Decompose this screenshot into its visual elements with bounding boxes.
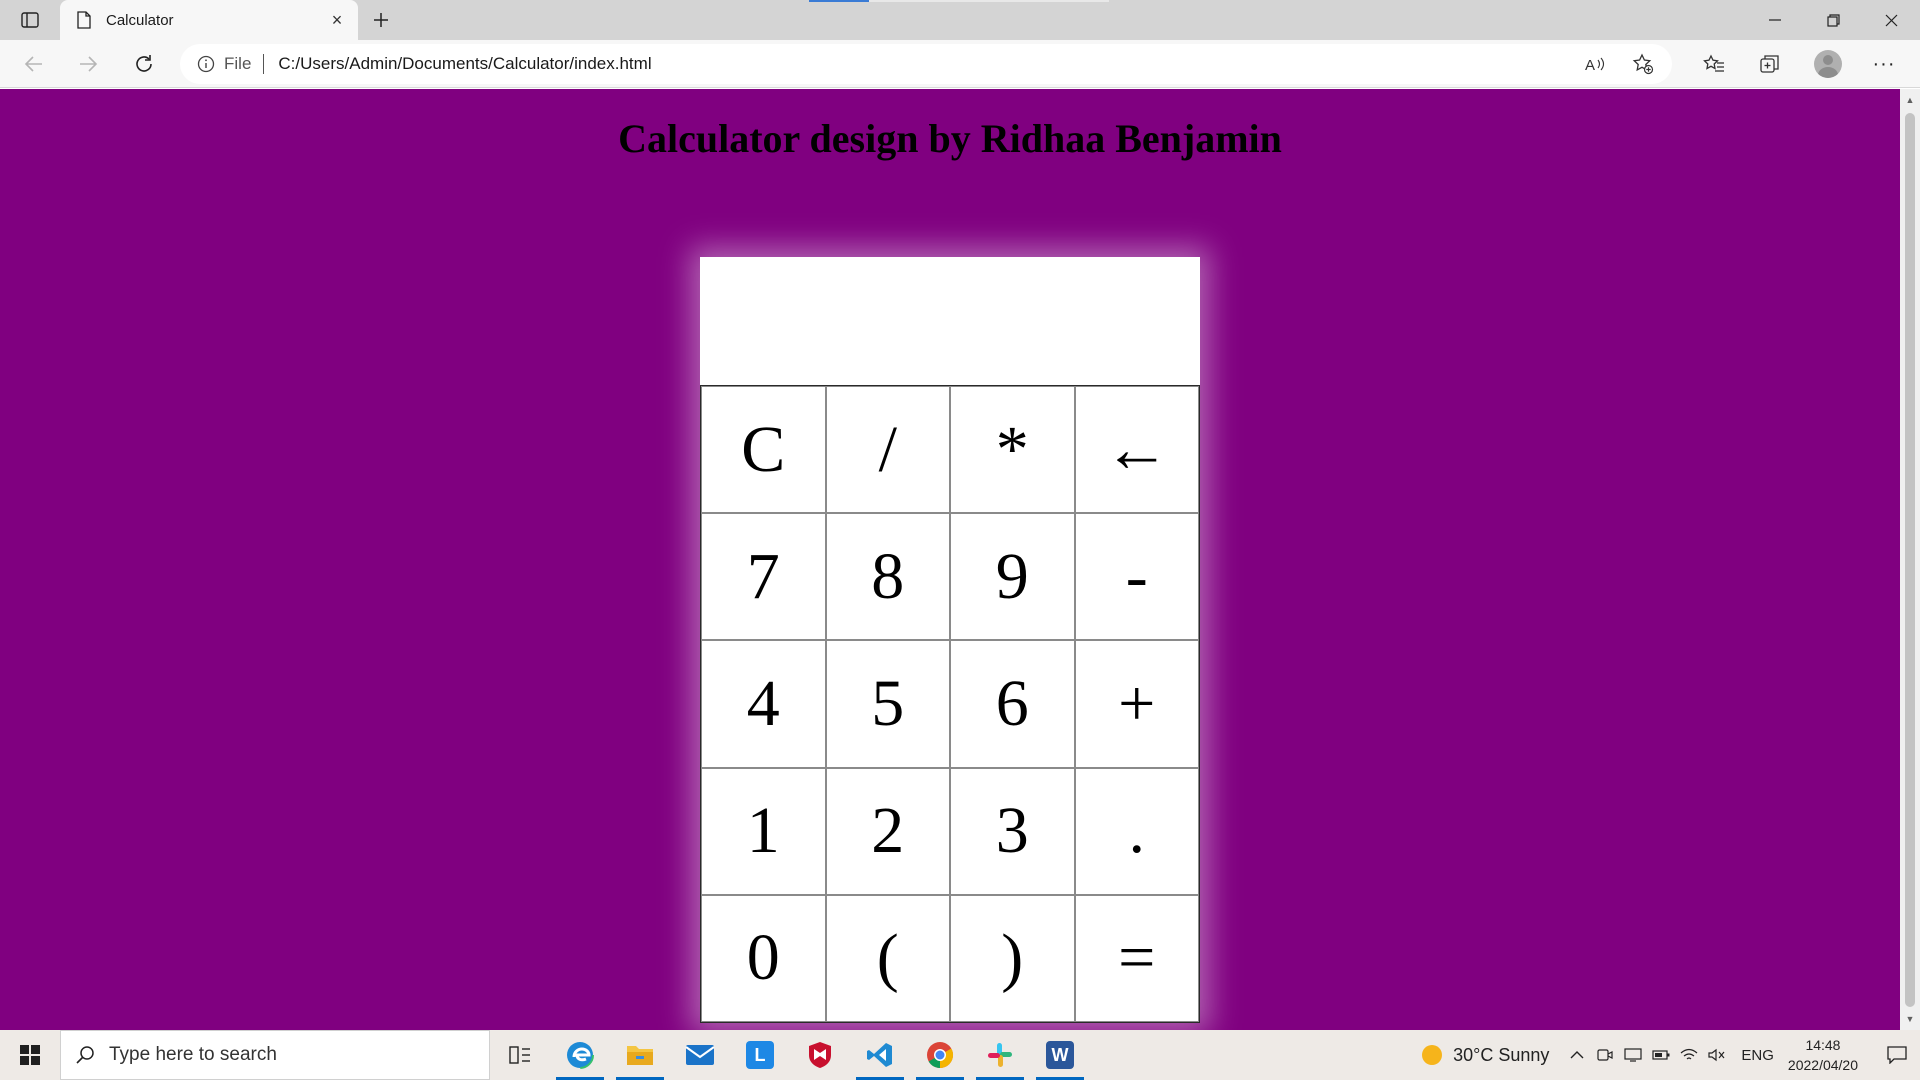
taskbar-search[interactable]: Type here to search (60, 1030, 490, 1080)
file-explorer-icon[interactable] (610, 1030, 670, 1080)
decimal-button[interactable]: . (1074, 767, 1199, 895)
minimize-icon[interactable] (1746, 0, 1804, 40)
subtract-button[interactable]: - (1074, 513, 1199, 641)
meet-now-icon[interactable] (1591, 1030, 1619, 1080)
notification-icon[interactable] (1874, 1030, 1920, 1080)
digit-1-button[interactable]: 1 (701, 767, 826, 895)
equals-button[interactable]: = (1074, 894, 1199, 1022)
calculator-display[interactable] (700, 257, 1200, 385)
tab-title: Calculator (106, 11, 174, 29)
search-placeholder: Type here to search (109, 1044, 277, 1065)
collections-icon[interactable] (1748, 46, 1792, 82)
mcafee-icon[interactable] (790, 1030, 850, 1080)
clock[interactable]: 14:48 2022/04/20 (1788, 1035, 1858, 1075)
word-letter: W (1046, 1041, 1074, 1069)
vscode-icon[interactable] (850, 1030, 910, 1080)
digit-2-button[interactable]: 2 (825, 767, 950, 895)
browser-toolbar: File C:/Users/Admin/Documents/Calculator… (0, 40, 1920, 88)
url-text[interactable]: C:/Users/Admin/Documents/Calculator/inde… (278, 54, 651, 74)
digit-4-button[interactable]: 4 (701, 640, 826, 768)
edge-icon[interactable] (550, 1030, 610, 1080)
search-icon (75, 1045, 95, 1065)
digit-9-button[interactable]: 9 (950, 513, 1075, 641)
slack-icon[interactable] (970, 1030, 1030, 1080)
restore-icon[interactable] (1804, 0, 1862, 40)
url-separator (263, 54, 265, 74)
avatar (1814, 50, 1842, 78)
page-icon (74, 10, 94, 30)
back-icon[interactable] (16, 46, 52, 82)
l-app-letter: L (746, 1041, 774, 1069)
chevron-up-icon[interactable] (1563, 1030, 1591, 1080)
battery-icon[interactable] (1647, 1030, 1675, 1080)
language-indicator[interactable]: ENG (1741, 1047, 1774, 1064)
refresh-icon[interactable] (126, 46, 162, 82)
browser-tab[interactable]: Calculator × (60, 0, 358, 40)
scrollbar-thumb[interactable] (1905, 113, 1915, 1007)
task-view-icon[interactable] (490, 1030, 550, 1080)
sun-icon[interactable] (1421, 1044, 1443, 1066)
svg-text:A: A (1585, 57, 1595, 73)
digit-7-button[interactable]: 7 (701, 513, 826, 641)
read-aloud-icon[interactable]: A (1574, 46, 1616, 82)
calculator-keypad: C / * ← 7 8 9 - 4 5 6 + 1 2 3 . 0 ( ) = (700, 385, 1200, 1023)
more-icon[interactable]: ··· (1862, 46, 1906, 82)
open-paren-button[interactable]: ( (825, 894, 950, 1022)
digit-8-button[interactable]: 8 (825, 513, 950, 641)
loading-indicator (809, 0, 869, 2)
windows-start-icon[interactable] (0, 1030, 60, 1080)
add-favorite-icon[interactable] (1622, 46, 1664, 82)
taskbar: Type here to search L W 30°C Sunny ENG 1… (0, 1030, 1920, 1080)
forward-icon[interactable] (70, 46, 106, 82)
page-viewport: Calculator design by Ridhaa Benjamin C /… (0, 89, 1900, 1030)
profile-icon[interactable] (1806, 46, 1850, 82)
favorites-icon[interactable] (1692, 46, 1736, 82)
page-title: Calculator design by Ridhaa Benjamin (618, 116, 1282, 161)
backspace-button[interactable]: ← (1074, 386, 1199, 514)
tab-strip: Calculator × (0, 0, 1920, 40)
info-icon[interactable] (196, 54, 216, 74)
close-window-icon[interactable] (1862, 0, 1920, 40)
vertical-scrollbar[interactable]: ▲ ▼ (1900, 89, 1920, 1030)
loading-track (869, 0, 1109, 2)
multiply-button[interactable]: * (950, 386, 1075, 514)
digit-0-button[interactable]: 0 (701, 894, 826, 1022)
display-icon[interactable] (1619, 1030, 1647, 1080)
digit-5-button[interactable]: 5 (825, 640, 950, 768)
mail-icon[interactable] (670, 1030, 730, 1080)
digit-3-button[interactable]: 3 (950, 767, 1075, 895)
new-tab-button[interactable] (364, 5, 398, 35)
scroll-down-icon[interactable]: ▼ (1900, 1010, 1920, 1028)
tab-close-icon[interactable]: × (322, 5, 352, 35)
volume-muted-icon[interactable] (1703, 1030, 1731, 1080)
clear-button[interactable]: C (701, 386, 826, 514)
l-app-icon[interactable]: L (730, 1030, 790, 1080)
weather-text[interactable]: 30°C Sunny (1453, 1045, 1549, 1066)
system-tray: 30°C Sunny ENG 14:48 2022/04/20 (1421, 1030, 1920, 1080)
word-icon[interactable]: W (1030, 1030, 1090, 1080)
digit-6-button[interactable]: 6 (950, 640, 1075, 768)
clock-time: 14:48 (1805, 1037, 1841, 1053)
clock-date: 2022/04/20 (1787, 1057, 1858, 1073)
sidebar-icon[interactable] (10, 5, 50, 35)
calculator: C / * ← 7 8 9 - 4 5 6 + 1 2 3 . 0 ( ) = (700, 257, 1200, 1023)
close-paren-button[interactable]: ) (950, 894, 1075, 1022)
url-scheme: File (224, 54, 252, 73)
scroll-up-icon[interactable]: ▲ (1900, 91, 1920, 109)
wifi-icon[interactable] (1675, 1030, 1703, 1080)
divide-button[interactable]: / (825, 386, 950, 514)
add-button[interactable]: + (1074, 640, 1199, 768)
address-bar[interactable]: File C:/Users/Admin/Documents/Calculator… (180, 44, 1672, 84)
chrome-icon[interactable] (910, 1030, 970, 1080)
